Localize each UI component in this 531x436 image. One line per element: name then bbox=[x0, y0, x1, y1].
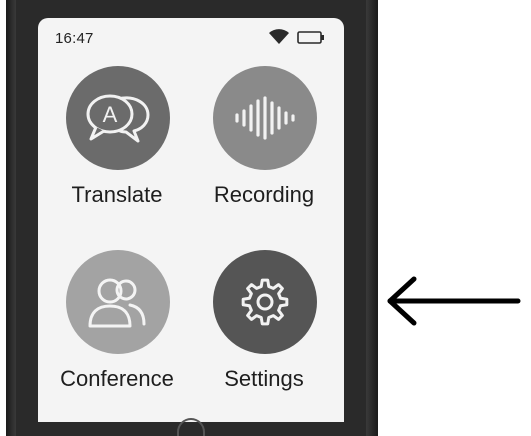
device-screen: 16:47 A Translate Recording Conference S… bbox=[38, 18, 344, 422]
translate-icon: A bbox=[86, 94, 150, 143]
conference-circle[interactable] bbox=[66, 250, 170, 354]
device-edge-right bbox=[366, 0, 378, 436]
app-translate[interactable]: A Translate bbox=[42, 66, 192, 231]
recording-circle[interactable] bbox=[213, 66, 317, 170]
translate-circle[interactable]: A bbox=[66, 66, 170, 170]
left-arrow-icon bbox=[387, 276, 521, 326]
app-label-settings: Settings bbox=[224, 366, 304, 391]
gear-icon bbox=[241, 278, 289, 326]
waveform-icon bbox=[235, 96, 295, 140]
app-label-conference: Conference bbox=[60, 366, 174, 391]
app-recording[interactable]: Recording bbox=[189, 66, 339, 231]
users-icon bbox=[88, 278, 146, 328]
device-edge-left bbox=[6, 0, 16, 436]
status-time: 16:47 bbox=[55, 30, 94, 47]
wifi-icon bbox=[269, 29, 289, 44]
app-label-translate: Translate bbox=[71, 182, 163, 207]
battery-icon bbox=[297, 31, 324, 44]
settings-circle[interactable] bbox=[213, 250, 317, 354]
svg-text:A: A bbox=[103, 102, 118, 127]
app-label-recording: Recording bbox=[213, 182, 315, 207]
app-settings[interactable]: Settings bbox=[189, 250, 339, 415]
app-conference[interactable]: Conference bbox=[42, 250, 192, 415]
figure: 16:47 A Translate Recording Conference S… bbox=[0, 0, 531, 436]
status-bar: 16:47 bbox=[38, 18, 344, 52]
